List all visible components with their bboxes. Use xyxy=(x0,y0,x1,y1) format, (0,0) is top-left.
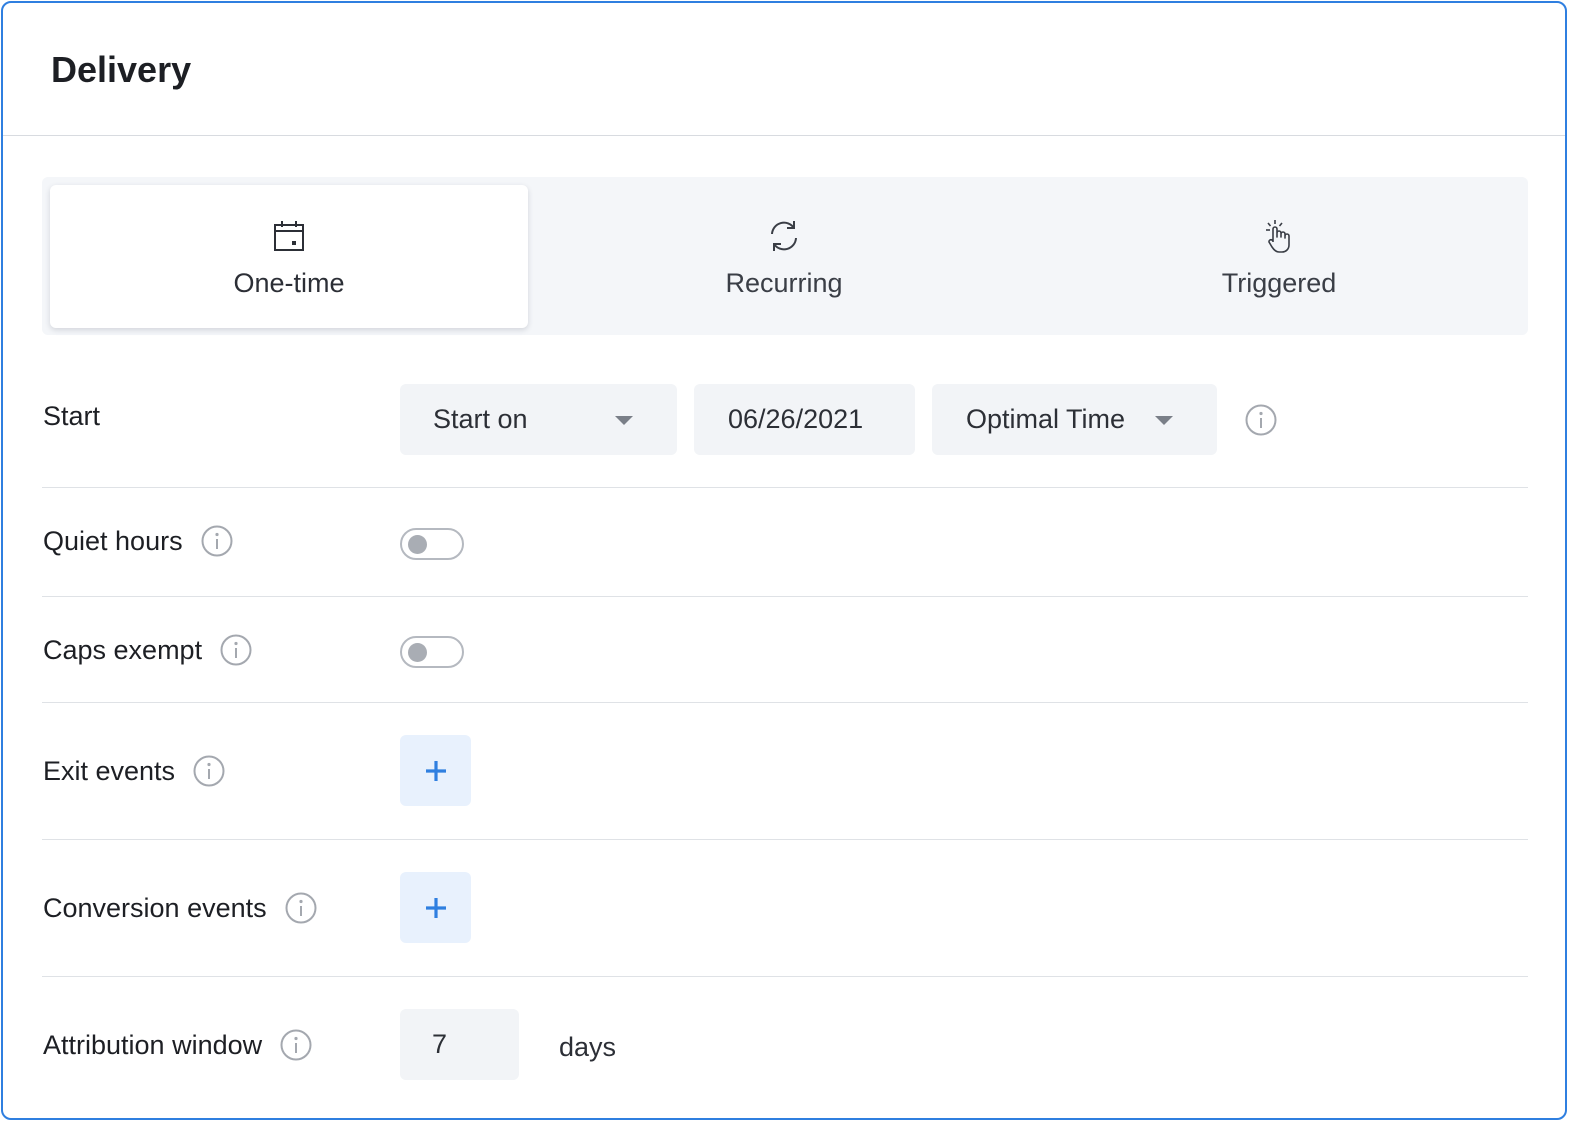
info-icon[interactable] xyxy=(285,892,317,924)
tab-label: One-time xyxy=(233,268,345,298)
calendar-icon xyxy=(274,221,304,251)
info-icon[interactable] xyxy=(201,525,233,557)
start-mode-select[interactable]: Start on xyxy=(400,384,677,455)
exit-events-label-wrap: Exit events xyxy=(43,755,225,787)
chevron-down-icon xyxy=(615,416,633,425)
quiet-hours-row: Quiet hours xyxy=(42,488,1528,597)
conversion-events-label: Conversion events xyxy=(43,892,267,923)
attribution-window-row: Attribution window 7 days xyxy=(42,977,1528,1117)
panel-header: Delivery xyxy=(3,3,1565,136)
quiet-hours-label: Quiet hours xyxy=(43,525,183,556)
tab-triggered[interactable]: Triggered xyxy=(1040,185,1518,328)
delivery-type-tabs: One-time Recurring Triggered xyxy=(42,177,1528,335)
refresh-icon xyxy=(771,221,797,251)
toggle-knob xyxy=(408,643,427,662)
tab-recurring[interactable]: Recurring xyxy=(545,185,1023,328)
attribution-window-value: 7 xyxy=(432,1029,448,1059)
add-exit-event-button[interactable] xyxy=(400,735,471,806)
tab-one-time[interactable]: One-time xyxy=(50,185,528,328)
caps-exempt-toggle[interactable] xyxy=(400,636,464,668)
start-time-select[interactable]: Optimal Time xyxy=(932,384,1217,455)
start-label: Start xyxy=(43,401,101,431)
start-time-value: Optimal Time xyxy=(966,404,1126,434)
attribution-window-input[interactable]: 7 xyxy=(400,1009,519,1080)
info-icon[interactable] xyxy=(1245,404,1277,436)
quiet-hours-label-wrap: Quiet hours xyxy=(43,525,233,557)
conversion-events-label-wrap: Conversion events xyxy=(43,892,317,924)
exit-events-row: Exit events xyxy=(42,703,1528,840)
tab-label: Triggered xyxy=(1221,268,1337,298)
exit-events-label: Exit events xyxy=(43,755,176,786)
attribution-window-label-wrap: Attribution window xyxy=(43,1029,312,1061)
chevron-down-icon xyxy=(1155,416,1173,425)
plus-icon xyxy=(425,897,446,918)
start-date-input[interactable]: 06/26/2021 xyxy=(694,384,915,455)
info-icon[interactable] xyxy=(193,755,225,787)
plus-icon xyxy=(425,760,446,781)
start-date-value: 06/26/2021 xyxy=(728,404,864,434)
start-mode-value: Start on xyxy=(433,404,528,434)
tab-label: Recurring xyxy=(725,268,843,298)
start-label-wrap: Start xyxy=(43,401,100,432)
caps-exempt-label: Caps exempt xyxy=(43,634,203,665)
add-conversion-event-button[interactable] xyxy=(400,872,471,943)
caps-exempt-row: Caps exempt xyxy=(42,597,1528,703)
quiet-hours-toggle[interactable] xyxy=(400,528,464,560)
delivery-panel: Delivery One-time Recurring Triggered St… xyxy=(1,1,1567,1120)
panel-title: Delivery xyxy=(51,49,192,90)
hand-pointer-click-icon xyxy=(1266,220,1290,253)
caps-exempt-label-wrap: Caps exempt xyxy=(43,634,252,666)
start-row: Start Start on 06/26/2021 Optimal Time xyxy=(42,335,1528,488)
conversion-events-row: Conversion events xyxy=(42,840,1528,977)
info-icon[interactable] xyxy=(280,1029,312,1061)
attribution-window-unit: days xyxy=(559,1032,617,1062)
toggle-knob xyxy=(408,535,427,554)
attribution-window-label: Attribution window xyxy=(43,1029,263,1060)
info-icon[interactable] xyxy=(220,634,252,666)
